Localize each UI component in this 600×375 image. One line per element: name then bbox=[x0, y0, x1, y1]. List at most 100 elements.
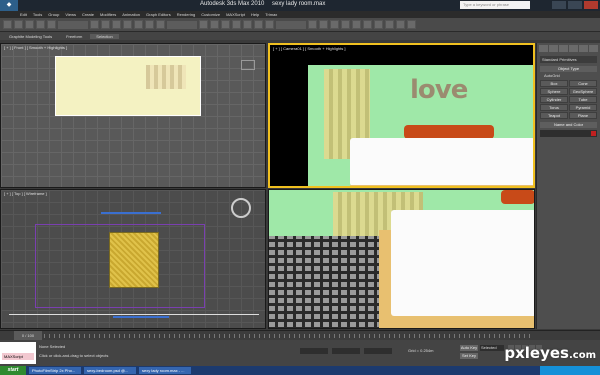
layer-manager-icon[interactable] bbox=[330, 20, 339, 29]
top-viewport[interactable]: [ + ] [ Top ] [ Wireframe ] bbox=[0, 189, 266, 329]
move-icon[interactable] bbox=[134, 20, 143, 29]
utilities-tab-icon[interactable] bbox=[589, 45, 598, 52]
menu-rendering[interactable]: Rendering bbox=[177, 12, 195, 17]
menu-group[interactable]: Group bbox=[48, 12, 59, 17]
hierarchy-tab-icon[interactable] bbox=[559, 45, 568, 52]
rotate-icon[interactable] bbox=[145, 20, 154, 29]
search-input[interactable]: Type a keyword or phrase bbox=[460, 1, 530, 9]
tab-graphite-modeling-tools[interactable]: Graphite Modeling Tools bbox=[3, 34, 58, 39]
menu-graph-editors[interactable]: Graph Editors bbox=[146, 12, 171, 17]
primitive-category-dropdown[interactable]: Standard Primitives bbox=[540, 56, 597, 63]
camera-viewport[interactable]: [ + ] [ Camera01 ] [ Smooth + Highlights… bbox=[268, 43, 535, 188]
app-logo-icon[interactable]: ◆ bbox=[0, 0, 18, 11]
rendered-frame-window-icon[interactable] bbox=[396, 20, 405, 29]
named-selection-sets-dropdown[interactable] bbox=[276, 20, 306, 29]
render-production-icon[interactable] bbox=[407, 20, 416, 29]
rectangular-selection-icon[interactable] bbox=[112, 20, 121, 29]
sphere-button[interactable]: Sphere bbox=[540, 88, 568, 95]
menu-maxscript[interactable]: MAXScript bbox=[226, 12, 245, 17]
viewport-label[interactable]: [ + ] [ Top ] [ Wireframe ] bbox=[4, 191, 47, 196]
select-by-name-icon[interactable] bbox=[101, 20, 110, 29]
box-button[interactable]: Box bbox=[540, 80, 568, 87]
maxscript-input[interactable]: MAXScript bbox=[2, 353, 34, 360]
menu-customize[interactable]: Customize bbox=[201, 12, 220, 17]
menu-modifiers[interactable]: Modifiers bbox=[100, 12, 116, 17]
maxscript-listener[interactable]: MAXScript bbox=[0, 342, 36, 364]
menu-tools[interactable]: Tools bbox=[33, 12, 42, 17]
autogrid-checkbox[interactable]: AutoGrid bbox=[540, 73, 597, 79]
object-type-rollout[interactable]: Object Type bbox=[540, 66, 597, 72]
percent-snap-icon[interactable] bbox=[254, 20, 263, 29]
motion-tab-icon[interactable] bbox=[569, 45, 578, 52]
menu-create[interactable]: Create bbox=[82, 12, 94, 17]
window-crossing-icon[interactable] bbox=[123, 20, 132, 29]
viewport-label[interactable]: [ + ] [ Front ] [ Smooth + Highlights ] bbox=[4, 45, 67, 50]
set-key-button[interactable]: Set Key bbox=[460, 353, 478, 359]
teapot-button[interactable]: Teapot bbox=[540, 112, 568, 119]
object-name-field[interactable] bbox=[540, 130, 597, 137]
create-tab-icon[interactable] bbox=[539, 45, 548, 52]
reference-coordinate-dropdown[interactable] bbox=[167, 20, 197, 29]
close-button[interactable] bbox=[584, 1, 598, 9]
pyramid-button[interactable]: Pyramid bbox=[569, 104, 597, 111]
taskbar-item[interactable]: sexy-bedroom.psd @... bbox=[84, 367, 136, 374]
object-color-swatch[interactable] bbox=[591, 131, 596, 136]
plane-button[interactable]: Plane bbox=[569, 112, 597, 119]
auto-key-button[interactable]: Auto Key bbox=[460, 345, 478, 351]
menu-animation[interactable]: Animation bbox=[122, 12, 140, 17]
wall-plane-object[interactable] bbox=[55, 56, 201, 116]
bind-space-warp-icon[interactable] bbox=[47, 20, 56, 29]
curve-editor-icon[interactable] bbox=[352, 20, 361, 29]
minimize-button[interactable] bbox=[552, 1, 566, 9]
manipulate-icon[interactable] bbox=[210, 20, 219, 29]
display-tab-icon[interactable] bbox=[579, 45, 588, 52]
undo-icon[interactable] bbox=[3, 20, 12, 29]
viewcube-icon[interactable] bbox=[241, 60, 255, 70]
redo-icon[interactable] bbox=[14, 20, 23, 29]
bed-frame-wireframe[interactable] bbox=[113, 316, 169, 318]
start-button[interactable]: start bbox=[0, 366, 26, 375]
unlink-icon[interactable] bbox=[36, 20, 45, 29]
menu-help[interactable]: Help bbox=[251, 12, 259, 17]
snaps-toggle-icon[interactable] bbox=[232, 20, 241, 29]
mirror-icon[interactable] bbox=[308, 20, 317, 29]
align-icon[interactable] bbox=[319, 20, 328, 29]
menu-trimax[interactable]: Trimax bbox=[265, 12, 277, 17]
x-coordinate-field[interactable] bbox=[300, 348, 328, 354]
perspective-viewport[interactable] bbox=[268, 189, 535, 329]
key-filter-dropdown[interactable]: Selected bbox=[480, 345, 504, 351]
tab-freeform[interactable]: Freeform bbox=[60, 34, 88, 39]
navigation-wheel-icon[interactable] bbox=[231, 198, 251, 218]
curtain-wireframe[interactable] bbox=[101, 212, 161, 214]
spinner-snap-icon[interactable] bbox=[265, 20, 274, 29]
maximize-button[interactable] bbox=[568, 1, 582, 9]
timeline[interactable]: 0 / 100 bbox=[0, 330, 600, 341]
z-coordinate-field[interactable] bbox=[364, 348, 392, 354]
cone-button[interactable]: Cone bbox=[569, 80, 597, 87]
graphite-toggle-icon[interactable] bbox=[341, 20, 350, 29]
taskbar-item[interactable]: PhotoFilmStrip 2x Pho... bbox=[29, 367, 81, 374]
material-editor-icon[interactable] bbox=[374, 20, 383, 29]
torus-button[interactable]: Torus bbox=[540, 104, 568, 111]
y-coordinate-field[interactable] bbox=[332, 348, 360, 354]
pivot-center-icon[interactable] bbox=[199, 20, 208, 29]
taskbar-item[interactable]: sexy lady room.max - ... bbox=[139, 367, 191, 374]
tab-selection[interactable]: Selection bbox=[90, 33, 119, 39]
modify-tab-icon[interactable] bbox=[549, 45, 558, 52]
schematic-view-icon[interactable] bbox=[363, 20, 372, 29]
menu-views[interactable]: Views bbox=[65, 12, 76, 17]
select-object-icon[interactable] bbox=[90, 20, 99, 29]
tube-button[interactable]: Tube bbox=[569, 96, 597, 103]
rug-object[interactable] bbox=[109, 232, 159, 288]
menu-edit[interactable]: Edit bbox=[20, 12, 27, 17]
link-icon[interactable] bbox=[25, 20, 34, 29]
scale-icon[interactable] bbox=[156, 20, 165, 29]
render-setup-icon[interactable] bbox=[385, 20, 394, 29]
cylinder-button[interactable]: Cylinder bbox=[540, 96, 568, 103]
angle-snap-icon[interactable] bbox=[243, 20, 252, 29]
front-viewport[interactable]: [ + ] [ Front ] [ Smooth + Highlights ] bbox=[0, 43, 266, 188]
keyboard-shortcut-icon[interactable] bbox=[221, 20, 230, 29]
geosphere-button[interactable]: GeoSphere bbox=[569, 88, 597, 95]
viewport-label[interactable]: [ + ] [ Camera01 ] [ Smooth + Highlights… bbox=[273, 46, 345, 51]
name-and-color-rollout[interactable]: Name and Color bbox=[540, 122, 597, 128]
